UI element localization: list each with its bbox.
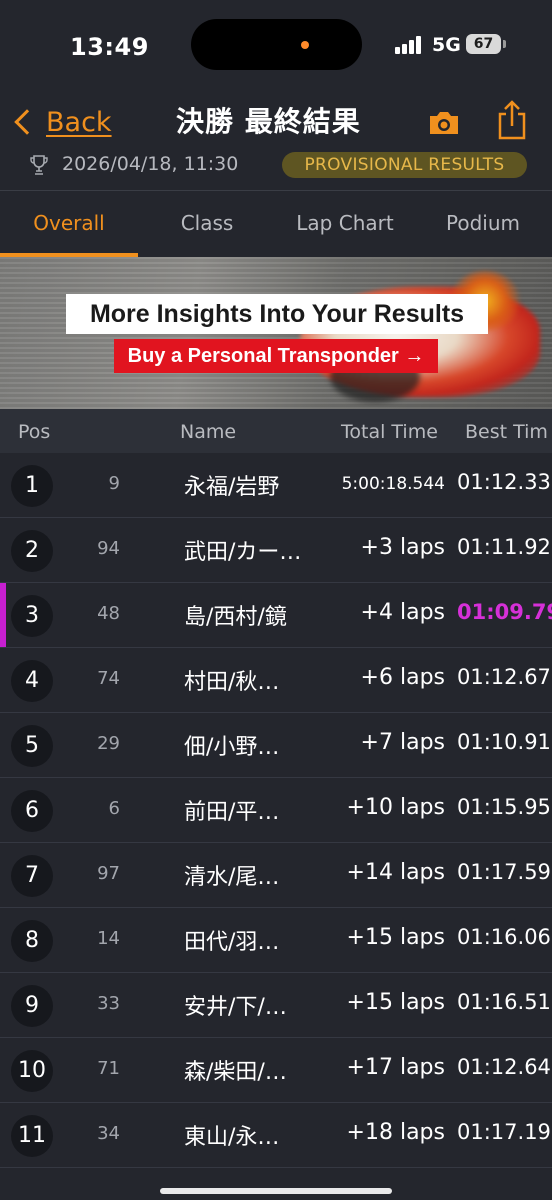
home-indicator [160,1188,392,1194]
best-lap-time: 01:12.33 [457,470,551,494]
battery-tip [503,40,506,48]
driver-names: 前田/平… [184,800,280,825]
result-row[interactable]: 2 94 武田/カー… +3 laps 01:11.92 [0,518,552,583]
total-time: +6 laps [360,665,445,690]
best-lap-time: 01:16.51 [457,990,551,1014]
driver-names: 村田/秋… [184,670,280,695]
tab-lap-chart[interactable]: Lap Chart [276,191,414,257]
race-datetime: 2026/04/18, 11:30 [62,153,239,175]
camera-icon[interactable] [428,110,460,136]
driver-names: 佃/小野… [184,735,280,760]
result-row[interactable]: 6 6 前田/平… +10 laps 01:15.95 [0,778,552,843]
column-header-name: Name [180,421,237,443]
navigation-header: Back 決勝 最終結果 2026/04/18, 11:30 PROVISION… [0,92,552,190]
car-number: 29 [97,733,120,754]
best-lap-time: 01:15.95 [457,795,551,819]
total-time: 5:00:18.544 [341,474,445,494]
result-row[interactable]: 1 9 永福/岩野 5:00:18.544 01:12.33 [0,453,552,518]
best-lap-time: 01:10.91 [457,730,551,754]
car-number: 34 [97,1123,120,1144]
best-lap-time: 01:17.59 [457,860,551,884]
result-row[interactable]: 8 14 田代/羽… +15 laps 01:16.06 [0,908,552,973]
driver-names: 安井/下/… [184,995,287,1020]
dynamic-island [191,19,362,70]
transponder-promo-banner[interactable]: More Insights Into Your Results Buy a Pe… [0,257,552,409]
tab-podium[interactable]: Podium [414,191,552,257]
position-badge: 9 [11,985,53,1027]
driver-names: 清水/尾… [184,865,280,890]
fastest-lap-time: 01:09.79 [457,600,552,624]
recording-dot [301,41,309,49]
position-badge: 5 [11,725,53,767]
status-time: 13:49 [70,33,149,61]
total-time: +15 laps [346,990,445,1015]
result-row[interactable]: 4 74 村田/秋… +6 laps 01:12.67 [0,648,552,713]
best-lap-time: 01:17.19 [457,1120,551,1144]
position-badge: 8 [11,920,53,962]
results-tabs: Overall Class Lap Chart Podium [0,190,552,257]
result-row[interactable]: 5 29 佃/小野… +7 laps 01:10.91 [0,713,552,778]
results-table-header: Pos Name Total Time Best Tim [0,409,552,453]
total-time: +15 laps [346,925,445,950]
total-time: +14 laps [346,860,445,885]
result-row[interactable]: 11 34 東山/永… +18 laps 01:17.19 [0,1103,552,1168]
position-badge: 3 [11,595,53,637]
car-number: 71 [97,1058,120,1079]
banner-headline: More Insights Into Your Results [66,294,488,334]
back-label: Back [46,106,112,138]
tab-class[interactable]: Class [138,191,276,257]
position-badge: 6 [11,790,53,832]
page-title: 決勝 最終結果 [176,105,361,138]
car-number: 74 [97,668,120,689]
total-time: +4 laps [360,600,445,625]
driver-names: 東山/永… [184,1125,280,1150]
car-number: 33 [97,993,120,1014]
share-icon[interactable] [496,100,528,140]
column-header-best-time: Best Tim [465,421,548,443]
driver-names: 永福/岩野 [184,475,280,500]
selected-row-marker [0,583,6,647]
position-badge: 1 [11,465,53,507]
car-number: 9 [108,473,120,494]
best-lap-time: 01:16.06 [457,925,551,949]
result-row[interactable]: 9 33 安井/下/… +15 laps 01:16.51 [0,973,552,1038]
car-number: 94 [97,538,120,559]
back-button[interactable]: Back [12,102,112,142]
driver-names: 森/柴田/… [184,1060,287,1085]
car-number: 48 [97,603,120,624]
car-number: 14 [97,928,120,949]
total-time: +10 laps [346,795,445,820]
status-bar: 13:49 5G 67 [0,0,552,92]
total-time: +17 laps [346,1055,445,1080]
signal-icon [395,36,425,54]
chevron-left-icon [14,109,40,135]
buy-transponder-button[interactable]: Buy a Personal Transponder → [114,339,438,373]
trophy-icon [30,155,48,175]
provisional-results-badge: PROVISIONAL RESULTS [282,152,527,178]
car-number: 6 [108,798,120,819]
position-badge: 4 [11,660,53,702]
position-badge: 10 [11,1050,53,1092]
driver-names: 武田/カー… [184,540,302,565]
result-row[interactable]: 10 71 森/柴田/… +17 laps 01:12.64 [0,1038,552,1103]
total-time: +18 laps [346,1120,445,1145]
column-header-pos: Pos [18,421,51,443]
network-label: 5G [432,34,461,56]
car-number: 97 [97,863,120,884]
battery-icon: 67 [466,34,501,54]
result-row[interactable]: 7 97 清水/尾… +14 laps 01:17.59 [0,843,552,908]
driver-names: 島/西村/鏡 [184,605,287,630]
position-badge: 11 [11,1115,53,1157]
total-time: +3 laps [360,535,445,560]
result-row[interactable]: 3 48 島/西村/鏡 +4 laps 01:09.79 [0,583,552,648]
tab-overall[interactable]: Overall [0,191,138,257]
best-lap-time: 01:12.64 [457,1055,551,1079]
column-header-total-time: Total Time [341,421,438,443]
driver-names: 田代/羽… [184,930,280,955]
best-lap-time: 01:11.92 [457,535,551,559]
best-lap-time: 01:12.67 [457,665,551,689]
total-time: +7 laps [360,730,445,755]
position-badge: 7 [11,855,53,897]
position-badge: 2 [11,530,53,572]
